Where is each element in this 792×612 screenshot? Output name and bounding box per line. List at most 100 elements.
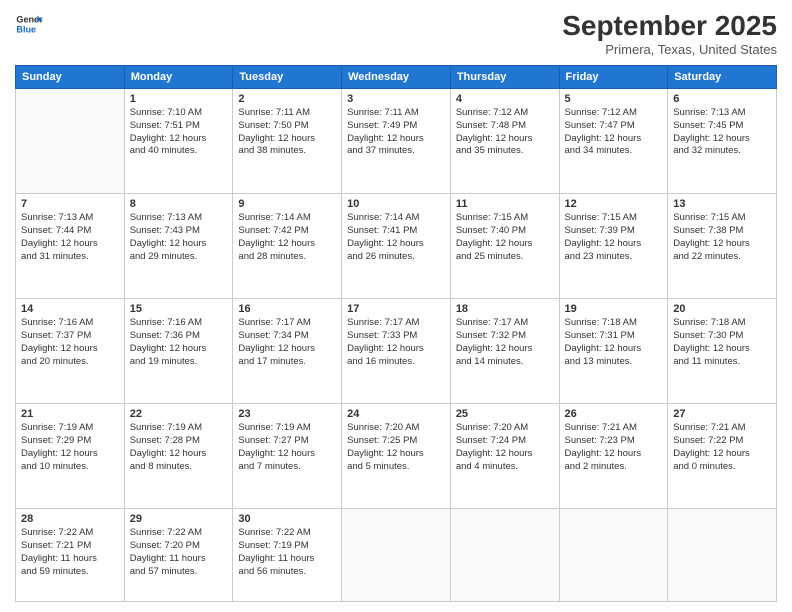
day-info: Sunrise: 7:11 AMSunset: 7:50 PMDaylight:… [238, 107, 336, 158]
day-number: 7 [21, 198, 119, 210]
day-info: Sunrise: 7:21 AMSunset: 7:23 PMDaylight:… [565, 422, 663, 473]
table-row: 14 Sunrise: 7:16 AMSunset: 7:37 PMDayligh… [16, 299, 125, 404]
table-row: 29 Sunrise: 7:22 AMSunset: 7:20 PMDayligh… [124, 509, 233, 602]
day-number: 5 [565, 93, 663, 105]
table-row: 19 Sunrise: 7:18 AMSunset: 7:31 PMDayligh… [559, 299, 668, 404]
calendar-week-row: 21 Sunrise: 7:19 AMSunset: 7:29 PMDayligh… [16, 404, 777, 509]
table-row: 26 Sunrise: 7:21 AMSunset: 7:23 PMDayligh… [559, 404, 668, 509]
calendar-week-row: 28 Sunrise: 7:22 AMSunset: 7:21 PMDayligh… [16, 509, 777, 602]
day-number: 2 [238, 93, 336, 105]
table-row: 21 Sunrise: 7:19 AMSunset: 7:29 PMDayligh… [16, 404, 125, 509]
table-row: 6 Sunrise: 7:13 AMSunset: 7:45 PMDaylight… [668, 89, 777, 194]
table-row: 9 Sunrise: 7:14 AMSunset: 7:42 PMDaylight… [233, 194, 342, 299]
table-row: 16Sunrise: 7:17 AMSunset: 7:34 PMDayligh… [233, 299, 342, 404]
table-row: 27Sunrise: 7:21 AMSunset: 7:22 PMDayligh… [668, 404, 777, 509]
table-row: 4Sunrise: 7:12 AMSunset: 7:48 PMDaylight… [450, 89, 559, 194]
day-number: 26 [565, 408, 663, 420]
day-info: Sunrise: 7:13 AMSunset: 7:45 PMDaylight:… [673, 107, 771, 158]
day-number: 16 [238, 303, 336, 315]
table-row: 13 Sunrise: 7:15 AMSunset: 7:38 PMDayligh… [668, 194, 777, 299]
col-sunday: Sunday [16, 66, 125, 89]
table-row: 10 Sunrise: 7:14 AMSunset: 7:41 PMDayligh… [342, 194, 451, 299]
table-row: 30Sunrise: 7:22 AMSunset: 7:19 PMDayligh… [233, 509, 342, 602]
table-row: 22 Sunrise: 7:19 AMSunset: 7:28 PMDayligh… [124, 404, 233, 509]
location-subtitle: Primera, Texas, United States [562, 42, 777, 57]
col-tuesday: Tuesday [233, 66, 342, 89]
day-info: Sunrise: 7:15 AMSunset: 7:39 PMDaylight:… [565, 212, 663, 263]
table-row: 12 Sunrise: 7:15 AMSunset: 7:39 PMDayligh… [559, 194, 668, 299]
day-info: Sunrise: 7:14 AMSunset: 7:41 PMDaylight:… [347, 212, 445, 263]
day-info: Sunrise: 7:13 AMSunset: 7:44 PMDaylight:… [21, 212, 119, 263]
day-info: Sunrise: 7:16 AMSunset: 7:36 PMDaylight:… [130, 317, 228, 368]
day-number: 9 [238, 198, 336, 210]
day-info: Sunrise: 7:14 AMSunset: 7:42 PMDaylight:… [238, 212, 336, 263]
col-friday: Friday [559, 66, 668, 89]
header: General Blue September 2025 Primera, Tex… [15, 10, 777, 57]
day-number: 20 [673, 303, 771, 315]
col-thursday: Thursday [450, 66, 559, 89]
day-info: Sunrise: 7:15 AMSunset: 7:38 PMDaylight:… [673, 212, 771, 263]
day-info: Sunrise: 7:15 AMSunset: 7:40 PMDaylight:… [456, 212, 554, 263]
day-number: 10 [347, 198, 445, 210]
day-number: 6 [673, 93, 771, 105]
day-number: 28 [21, 513, 119, 525]
table-row: 28 Sunrise: 7:22 AMSunset: 7:21 PMDayligh… [16, 509, 125, 602]
day-number: 21 [21, 408, 119, 420]
table-row: 23Sunrise: 7:19 AMSunset: 7:27 PMDayligh… [233, 404, 342, 509]
day-number: 23 [238, 408, 336, 420]
day-number: 17 [347, 303, 445, 315]
day-info: Sunrise: 7:22 AMSunset: 7:20 PMDaylight:… [130, 527, 228, 578]
day-info: Sunrise: 7:17 AMSunset: 7:33 PMDaylight:… [347, 317, 445, 368]
table-row: 24 Sunrise: 7:20 AMSunset: 7:25 PMDayligh… [342, 404, 451, 509]
table-row: 17 Sunrise: 7:17 AMSunset: 7:33 PMDayligh… [342, 299, 451, 404]
month-title: September 2025 [562, 10, 777, 42]
col-monday: Monday [124, 66, 233, 89]
table-row: 8Sunrise: 7:13 AMSunset: 7:43 PMDaylight… [124, 194, 233, 299]
table-row: 11 Sunrise: 7:15 AMSunset: 7:40 PMDayligh… [450, 194, 559, 299]
calendar-week-row: 14 Sunrise: 7:16 AMSunset: 7:37 PMDayligh… [16, 299, 777, 404]
page: General Blue September 2025 Primera, Tex… [0, 0, 792, 612]
table-row: 3 Sunrise: 7:11 AMSunset: 7:49 PMDaylight… [342, 89, 451, 194]
day-info: Sunrise: 7:19 AMSunset: 7:28 PMDaylight:… [130, 422, 228, 473]
day-info: Sunrise: 7:22 AMSunset: 7:21 PMDaylight:… [21, 527, 119, 578]
table-row [450, 509, 559, 602]
calendar-week-row: 1 Sunrise: 7:10 AMSunset: 7:51 PMDaylight… [16, 89, 777, 194]
day-info: Sunrise: 7:16 AMSunset: 7:37 PMDaylight:… [21, 317, 119, 368]
day-info: Sunrise: 7:21 AMSunset: 7:22 PMDaylight:… [673, 422, 771, 473]
table-row: 7 Sunrise: 7:13 AMSunset: 7:44 PMDaylight… [16, 194, 125, 299]
day-number: 22 [130, 408, 228, 420]
day-number: 13 [673, 198, 771, 210]
day-number: 24 [347, 408, 445, 420]
day-info: Sunrise: 7:12 AMSunset: 7:48 PMDaylight:… [456, 107, 554, 158]
table-row: 2 Sunrise: 7:11 AMSunset: 7:50 PMDaylight… [233, 89, 342, 194]
col-wednesday: Wednesday [342, 66, 451, 89]
day-number: 29 [130, 513, 228, 525]
calendar-table: Sunday Monday Tuesday Wednesday Thursday… [15, 65, 777, 602]
day-number: 1 [130, 93, 228, 105]
day-info: Sunrise: 7:22 AMSunset: 7:19 PMDaylight:… [238, 527, 336, 578]
day-number: 8 [130, 198, 228, 210]
table-row: 25Sunrise: 7:20 AMSunset: 7:24 PMDayligh… [450, 404, 559, 509]
table-row: 15 Sunrise: 7:16 AMSunset: 7:36 PMDayligh… [124, 299, 233, 404]
day-number: 3 [347, 93, 445, 105]
day-info: Sunrise: 7:10 AMSunset: 7:51 PMDaylight:… [130, 107, 228, 158]
day-info: Sunrise: 7:20 AMSunset: 7:25 PMDaylight:… [347, 422, 445, 473]
day-number: 19 [565, 303, 663, 315]
day-number: 11 [456, 198, 554, 210]
table-row [559, 509, 668, 602]
day-number: 15 [130, 303, 228, 315]
col-saturday: Saturday [668, 66, 777, 89]
table-row: 18Sunrise: 7:17 AMSunset: 7:32 PMDayligh… [450, 299, 559, 404]
table-row [16, 89, 125, 194]
day-info: Sunrise: 7:18 AMSunset: 7:30 PMDaylight:… [673, 317, 771, 368]
day-info: Sunrise: 7:17 AMSunset: 7:32 PMDaylight:… [456, 317, 554, 368]
day-number: 12 [565, 198, 663, 210]
table-row [668, 509, 777, 602]
calendar-header-row: Sunday Monday Tuesday Wednesday Thursday… [16, 66, 777, 89]
day-info: Sunrise: 7:11 AMSunset: 7:49 PMDaylight:… [347, 107, 445, 158]
day-info: Sunrise: 7:19 AMSunset: 7:29 PMDaylight:… [21, 422, 119, 473]
day-number: 14 [21, 303, 119, 315]
title-block: September 2025 Primera, Texas, United St… [562, 10, 777, 57]
svg-text:Blue: Blue [16, 24, 36, 34]
day-info: Sunrise: 7:18 AMSunset: 7:31 PMDaylight:… [565, 317, 663, 368]
